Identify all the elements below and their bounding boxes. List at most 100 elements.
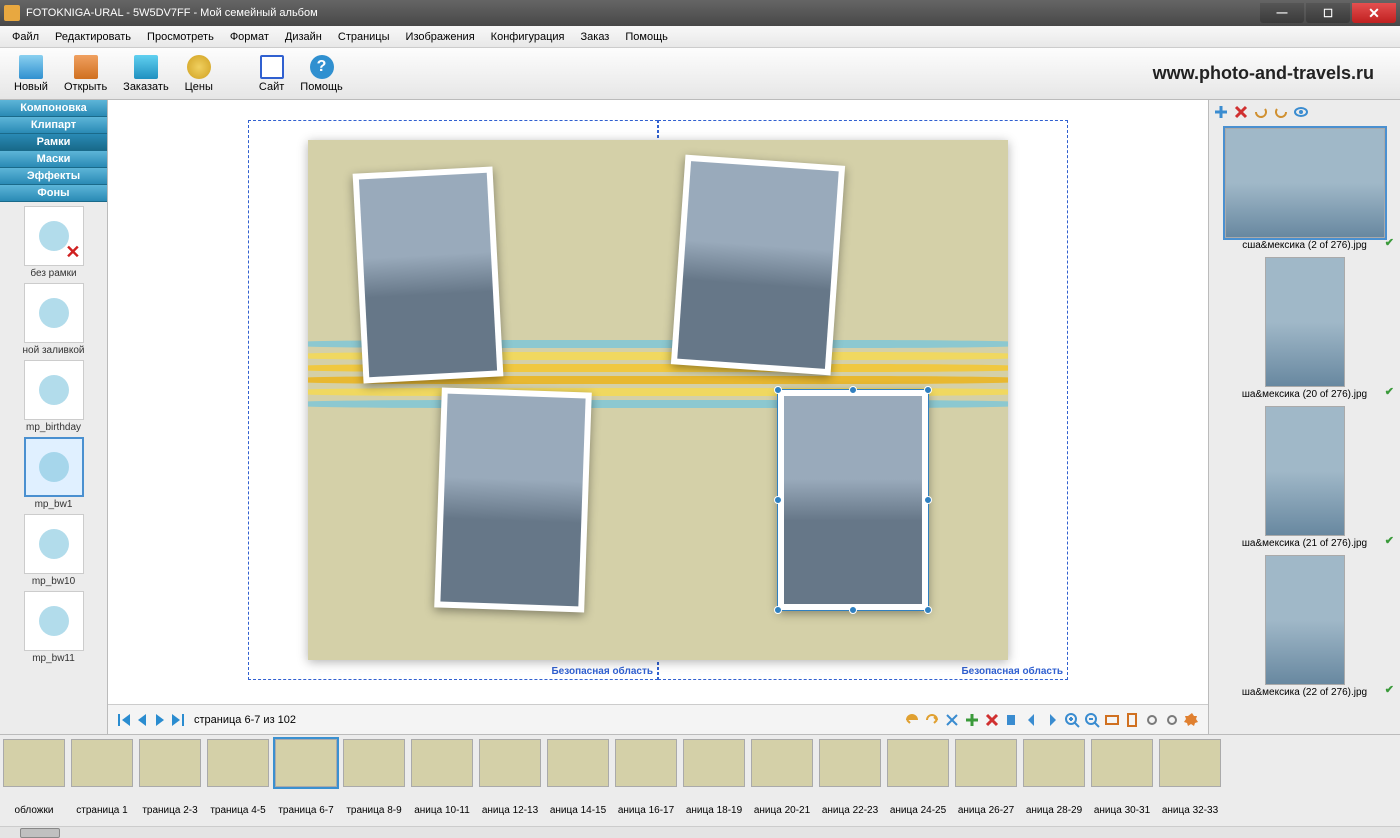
image-item[interactable]: ша&мексика (21 of 276).jpg✔	[1213, 406, 1396, 549]
ico-coins-icon	[187, 55, 211, 79]
page-thumb[interactable]: траница 2-3	[136, 735, 204, 826]
tab-Компоновка[interactable]: Компоновка	[0, 100, 107, 117]
tab-Клипарт[interactable]: Клипарт	[0, 117, 107, 134]
frame-item[interactable]: mp_birthday	[4, 360, 103, 433]
page-thumb[interactable]: аница 32-33	[1156, 735, 1224, 826]
image-item[interactable]: ша&мексика (22 of 276).jpg✔	[1213, 555, 1396, 698]
frame-item[interactable]: mp_bw1	[4, 437, 103, 510]
page-thumb[interactable]: аница 28-29	[1020, 735, 1088, 826]
tab-Эффекты[interactable]: Эффекты	[0, 168, 107, 185]
move-left-icon[interactable]	[1024, 712, 1040, 728]
resize-handle[interactable]	[849, 386, 857, 394]
zoom-in-icon[interactable]	[1064, 712, 1080, 728]
menubar: ФайлРедактироватьПросмотретьФорматДизайн…	[0, 26, 1400, 48]
frame-item[interactable]: mp_bw10	[4, 514, 103, 587]
first-page-icon[interactable]	[116, 712, 132, 728]
tool-Сайт[interactable]: Сайт	[251, 53, 292, 95]
page-background[interactable]	[308, 140, 1008, 660]
add-image-icon[interactable]	[1213, 104, 1229, 120]
zoom-out-icon[interactable]	[1084, 712, 1100, 728]
frame-thumb	[24, 514, 84, 574]
cut-icon[interactable]	[944, 712, 960, 728]
tool-Цены[interactable]: Цены	[177, 53, 221, 95]
page-thumb[interactable]: обложки	[0, 735, 68, 826]
resize-handle[interactable]	[924, 496, 932, 504]
menu-Редактировать[interactable]: Редактировать	[47, 29, 139, 45]
menu-Конфигурация[interactable]: Конфигурация	[483, 29, 573, 45]
resize-handle[interactable]	[924, 606, 932, 614]
remove-image-icon[interactable]	[1233, 104, 1249, 120]
next-page-icon[interactable]	[152, 712, 168, 728]
rotate-right-icon[interactable]	[1164, 712, 1180, 728]
page-thumb[interactable]: аница 16-17	[612, 735, 680, 826]
page-thumb[interactable]: траница 6-7	[272, 735, 340, 826]
photo-3[interactable]	[671, 155, 845, 376]
menu-Просмотреть[interactable]: Просмотреть	[139, 29, 222, 45]
frame-item[interactable]: ✕без рамки	[4, 206, 103, 279]
redo-icon[interactable]	[924, 712, 940, 728]
page-thumb[interactable]: аница 14-15	[544, 735, 612, 826]
menu-Дизайн[interactable]: Дизайн	[277, 29, 330, 45]
image-item[interactable]: сша&мексика (2 of 276).jpg✔	[1213, 128, 1396, 251]
tab-Маски[interactable]: Маски	[0, 151, 107, 168]
menu-Файл[interactable]: Файл	[4, 29, 47, 45]
undo-icon[interactable]	[904, 712, 920, 728]
minimize-button[interactable]: —	[1260, 3, 1304, 23]
page-thumb[interactable]: аница 10-11	[408, 735, 476, 826]
filmstrip[interactable]: обложкистраница 1траница 2-3траница 4-5т…	[0, 734, 1400, 826]
tool-Новый[interactable]: Новый	[6, 53, 56, 95]
image-item[interactable]: ша&мексика (20 of 276).jpg✔	[1213, 257, 1396, 400]
page-spread[interactable]: Безопасная область Безопасная область	[248, 120, 1068, 680]
fit-page-icon[interactable]	[1124, 712, 1140, 728]
page-thumb[interactable]: аница 26-27	[952, 735, 1020, 826]
resize-handle[interactable]	[849, 606, 857, 614]
resize-handle[interactable]	[774, 496, 782, 504]
photo-1[interactable]	[353, 166, 504, 383]
page-thumb[interactable]: аница 18-19	[680, 735, 748, 826]
page-thumb[interactable]: траница 4-5	[204, 735, 272, 826]
tab-Фоны[interactable]: Фоны	[0, 185, 107, 202]
page-thumb[interactable]: аница 30-31	[1088, 735, 1156, 826]
page-thumb[interactable]: аница 24-25	[884, 735, 952, 826]
tool-Открыть[interactable]: Открыть	[56, 53, 115, 95]
preview-icon[interactable]	[1293, 104, 1309, 120]
fit-width-icon[interactable]	[1104, 712, 1120, 728]
frame-item[interactable]: ной заливкой	[4, 283, 103, 356]
page-thumb[interactable]: страница 1	[68, 735, 136, 826]
copy-icon[interactable]	[1004, 712, 1020, 728]
horizontal-scrollbar[interactable]	[0, 826, 1400, 838]
prev-page-icon[interactable]	[134, 712, 150, 728]
tool-Заказать[interactable]: Заказать	[115, 53, 177, 95]
scrollbar-thumb[interactable]	[20, 828, 60, 838]
page-thumb[interactable]: траница 8-9	[340, 735, 408, 826]
page-thumb[interactable]: аница 22-23	[816, 735, 884, 826]
menu-Изображения[interactable]: Изображения	[398, 29, 483, 45]
maximize-button[interactable]: ☐	[1306, 3, 1350, 23]
tab-Рамки[interactable]: Рамки	[0, 134, 107, 151]
canvas-scroll[interactable]: Безопасная область Безопасная область	[108, 100, 1208, 704]
move-right-icon[interactable]	[1044, 712, 1060, 728]
page-thumb[interactable]: аница 12-13	[476, 735, 544, 826]
ico-www-icon	[260, 55, 284, 79]
photo-2[interactable]	[434, 387, 592, 612]
rotate-cw-icon[interactable]	[1273, 104, 1289, 120]
menu-Формат[interactable]: Формат	[222, 29, 277, 45]
rotate-left-icon[interactable]	[1144, 712, 1160, 728]
frame-item[interactable]: mp_bw11	[4, 591, 103, 664]
page-thumb[interactable]: аница 20-21	[748, 735, 816, 826]
resize-handle[interactable]	[774, 386, 782, 394]
resize-handle[interactable]	[924, 386, 932, 394]
menu-Страницы[interactable]: Страницы	[330, 29, 398, 45]
menu-Помощь[interactable]: Помощь	[617, 29, 676, 45]
menu-Заказ[interactable]: Заказ	[573, 29, 618, 45]
resize-handle[interactable]	[774, 606, 782, 614]
last-page-icon[interactable]	[170, 712, 186, 728]
delete-icon[interactable]	[984, 712, 1000, 728]
rotate-ccw-icon[interactable]	[1253, 104, 1269, 120]
close-button[interactable]: ✕	[1352, 3, 1396, 23]
check-icon: ✔	[1385, 534, 1394, 547]
tool-Помощь[interactable]: ?Помощь	[292, 53, 351, 95]
settings-icon[interactable]	[1184, 712, 1200, 728]
add-icon[interactable]	[964, 712, 980, 728]
photo-4-selected[interactable]	[778, 390, 928, 610]
